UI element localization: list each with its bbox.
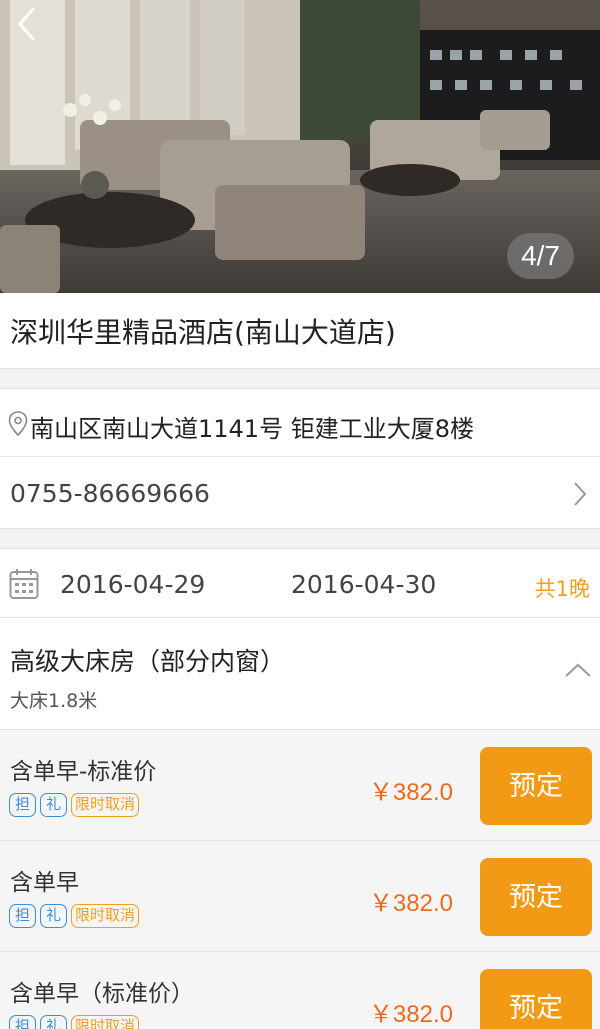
gift-tag: 礼 xyxy=(40,904,67,928)
book-button[interactable]: 预定 xyxy=(480,969,592,1029)
rate-tags: 担 礼 限时取消 xyxy=(9,904,140,928)
rate-plan-item: 含单早-标准价 担 礼 限时取消 ￥382.0 预定 xyxy=(0,730,600,841)
rate-tags: 担 礼 限时取消 xyxy=(9,1015,140,1029)
checkin-date[interactable]: 2016-04-29 xyxy=(60,570,205,599)
room-type-name: 高级大床房（部分内窗） xyxy=(10,647,286,676)
rate-plan-item: 含单早（标准价） 担 礼 限时取消 ￥382.0 预定 xyxy=(0,952,600,1029)
back-button[interactable] xyxy=(6,2,50,46)
guarantee-tag: 担 xyxy=(9,904,36,928)
limited-cancel-tag: 限时取消 xyxy=(71,1015,140,1029)
hotel-address: 南山区南山大道1141号 钜建工业大厦8楼 xyxy=(30,415,474,443)
guarantee-tag: 担 xyxy=(9,1015,36,1029)
hotel-phone: 0755-86669666 xyxy=(10,479,210,508)
calendar-icon xyxy=(9,568,39,604)
phone-row[interactable]: 0755-86669666 xyxy=(0,457,600,529)
chevron-right-icon xyxy=(572,481,588,511)
gift-tag: 礼 xyxy=(40,1015,67,1029)
rate-tags: 担 礼 限时取消 xyxy=(9,793,140,817)
rate-plan-title: 含单早（标准价） xyxy=(10,981,194,1007)
rate-price: ￥382.0 xyxy=(368,1001,453,1028)
back-icon xyxy=(18,7,36,41)
stay-dates-row[interactable]: 2016-04-29 2016-04-30 共1晚 xyxy=(0,548,600,618)
rate-plan-title: 含单早 xyxy=(10,870,79,896)
rate-price: ￥382.0 xyxy=(368,890,453,917)
room-type-header[interactable]: 高级大床房（部分内窗） 大床1.8米 xyxy=(0,618,600,730)
address-row[interactable]: 南山区南山大道1141号 钜建工业大厦8楼 xyxy=(0,388,600,457)
hotel-title-section: 深圳华里精品酒店(南山大道店) xyxy=(0,293,600,369)
book-button[interactable]: 预定 xyxy=(480,858,592,936)
rate-plan-title: 含单早-标准价 xyxy=(10,759,157,785)
rate-price: ￥382.0 xyxy=(368,779,453,806)
gift-tag: 礼 xyxy=(40,793,67,817)
photo-page-indicator: 4/7 xyxy=(507,233,574,279)
chevron-up-icon xyxy=(564,662,592,682)
rate-plan-item: 含单早 担 礼 限时取消 ￥382.0 预定 xyxy=(0,841,600,952)
hotel-photo[interactable]: 4/7 xyxy=(0,0,600,293)
checkout-date[interactable]: 2016-04-30 xyxy=(291,570,436,599)
hotel-name: 深圳华里精品酒店(南山大道店) xyxy=(10,316,396,349)
book-button[interactable]: 预定 xyxy=(480,747,592,825)
location-pin-icon xyxy=(8,411,28,441)
room-bed-info: 大床1.8米 xyxy=(10,690,98,712)
limited-cancel-tag: 限时取消 xyxy=(71,904,140,928)
limited-cancel-tag: 限时取消 xyxy=(71,793,140,817)
nights-count: 共1晚 xyxy=(534,577,590,601)
guarantee-tag: 担 xyxy=(9,793,36,817)
